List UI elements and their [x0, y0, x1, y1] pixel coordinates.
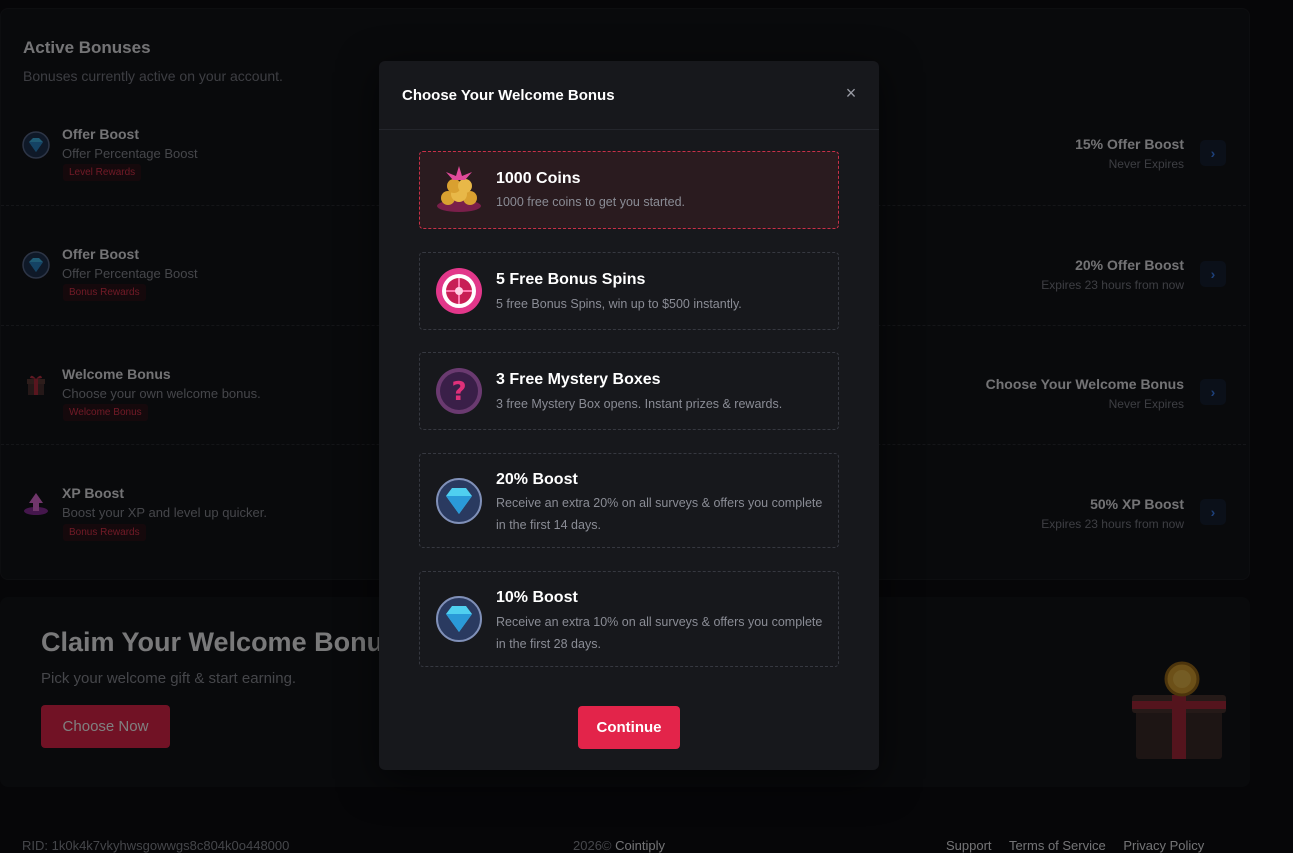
option-title: 10% Boost: [496, 589, 578, 606]
coins-icon: [437, 166, 481, 212]
option-desc: 1000 free coins to get you started.: [496, 195, 686, 209]
modal-title: Choose Your Welcome Bonus: [402, 87, 615, 104]
bonus-option-10-boost[interactable]: 10% Boost Receive an extra 10% on all su…: [419, 571, 839, 667]
bonus-option-20-boost[interactable]: 20% Boost Receive an extra 20% on all su…: [419, 453, 839, 548]
option-desc: 5 free Bonus Spins, win up to $500 insta…: [496, 297, 742, 311]
continue-button[interactable]: Continue: [578, 706, 680, 749]
option-title: 3 Free Mystery Boxes: [496, 371, 661, 388]
option-desc: Receive an extra 10% on all surveys & of…: [496, 615, 823, 651]
bonus-option-spins[interactable]: 5 Free Bonus Spins 5 free Bonus Spins, w…: [419, 252, 839, 330]
diamond-icon: [436, 478, 482, 524]
option-title: 5 Free Bonus Spins: [496, 271, 646, 288]
option-desc: Receive an extra 20% on all surveys & of…: [496, 496, 823, 532]
diamond-icon: [436, 596, 482, 642]
option-title: 20% Boost: [496, 471, 578, 488]
svg-text:?: ?: [451, 377, 466, 407]
welcome-bonus-modal: Choose Your Welcome Bonus × 1000 Coins 1…: [379, 61, 879, 770]
spin-wheel-icon: [436, 268, 482, 314]
close-icon[interactable]: ×: [843, 84, 859, 102]
option-title: 1000 Coins: [496, 170, 581, 187]
modal-header: Choose Your Welcome Bonus ×: [379, 61, 879, 130]
option-desc: 3 free Mystery Box opens. Instant prizes…: [496, 397, 783, 411]
bonus-option-coins[interactable]: 1000 Coins 1000 free coins to get you st…: [419, 151, 839, 229]
mystery-box-icon: ?: [436, 368, 482, 414]
bonus-option-mystery-boxes[interactable]: ? 3 Free Mystery Boxes 3 free Mystery Bo…: [419, 352, 839, 430]
